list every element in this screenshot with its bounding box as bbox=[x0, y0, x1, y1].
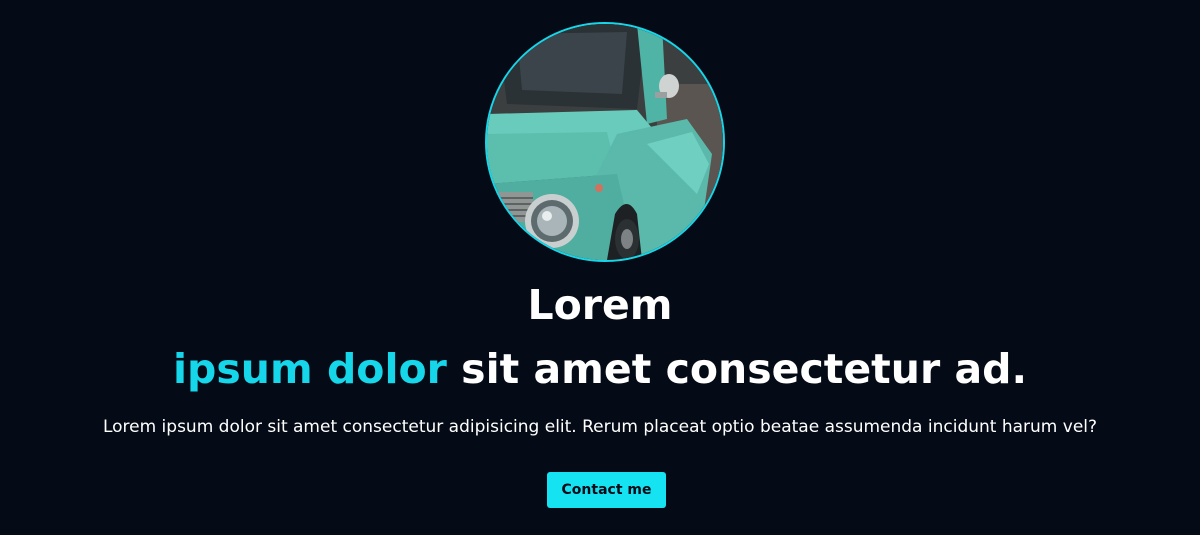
car-image bbox=[487, 24, 723, 260]
hero-title-accent: ipsum dolor bbox=[172, 345, 447, 393]
hero-subtitle: Lorem ipsum dolor sit amet consectetur a… bbox=[102, 417, 1098, 437]
profile-photo bbox=[485, 22, 725, 262]
hero-title-line1: Lorem bbox=[527, 281, 673, 329]
hero-section: Lorem ipsum dolor sit amet consectetur a… bbox=[0, 0, 1200, 535]
hero-title-rest: sit amet consectetur ad. bbox=[446, 345, 1028, 393]
hero-title-line2: ipsum dolor sit amet consectetur ad. bbox=[0, 341, 1200, 397]
contact-me-button[interactable]: Contact me bbox=[547, 472, 666, 508]
